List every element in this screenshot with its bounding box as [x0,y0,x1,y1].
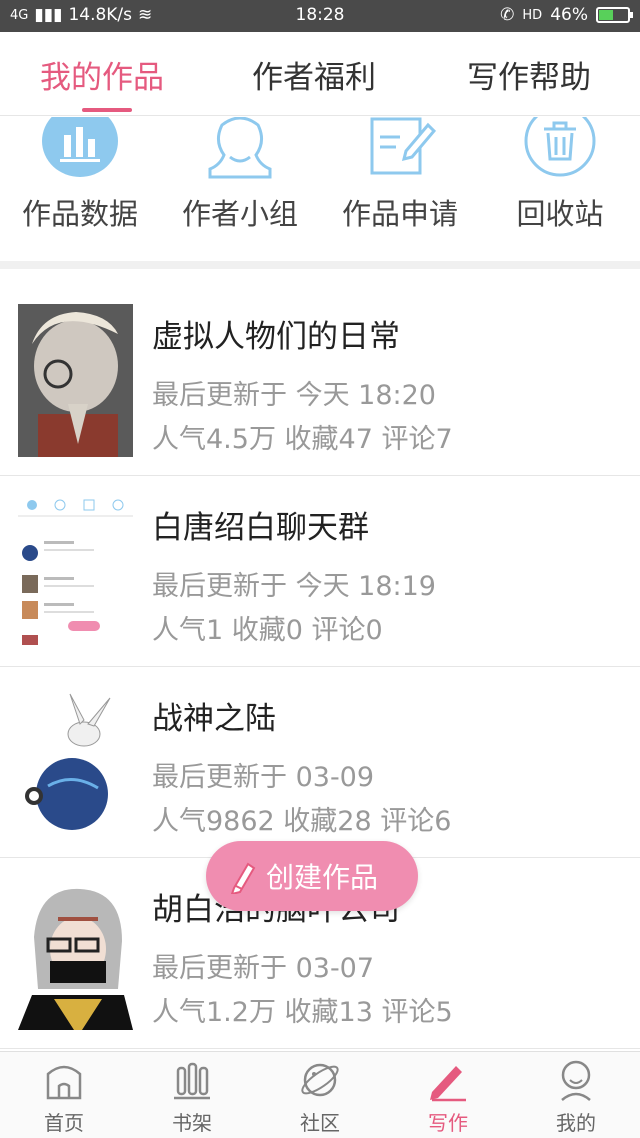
tab-my-works[interactable]: 我的作品 [40,52,164,97]
battery-percent: 46% [550,5,588,25]
quick-action-works-data[interactable]: 作品数据 [0,117,160,233]
work-cover [18,877,133,1030]
top-tabs: 我的作品 作者福利 写作帮助 [0,32,640,116]
work-item[interactable]: 战神之陆 最后更新于 03-09 人气9862 收藏28 评论6 [0,667,640,858]
group-icon [208,117,272,179]
status-right: ✆ HD 46% [500,5,633,25]
nav-bookshelf[interactable]: 书架 [128,1058,256,1136]
work-cover [18,304,133,457]
create-work-button[interactable]: 创建作品 [206,841,418,911]
work-stats: 人气9862 收藏28 评论6 [152,806,452,837]
work-title: 战神之陆 [152,701,276,737]
nav-community[interactable]: 社区 [256,1058,384,1136]
work-updated: 最后更新于 今天 18:19 [152,571,436,602]
work-cover [18,686,133,839]
quick-action-label: 作者小组 [181,197,298,231]
bookshelf-icon [174,1062,210,1100]
quick-action-author-group[interactable]: 作者小组 [160,117,320,233]
edit-form-icon [370,117,437,175]
nav-home[interactable]: 首页 [0,1058,128,1136]
planet-icon [301,1063,339,1097]
nav-mine[interactable]: 我的 [512,1058,640,1136]
hd-badge: HD [522,7,543,23]
tab-author-benefits[interactable]: 作者福利 [252,52,376,97]
quick-action-works-apply[interactable]: 作品申请 [320,117,480,233]
pen-icon [430,1066,466,1102]
nav-label: 社区 [300,1111,340,1135]
nav-label: 首页 [44,1111,84,1135]
section-divider [0,261,640,269]
work-stats: 人气4.5万 收藏47 评论7 [152,424,453,455]
tab-writing-help[interactable]: 写作帮助 [467,52,591,97]
call-icon: ✆ [500,5,515,25]
quick-action-recycle-bin[interactable]: 回收站 [480,117,640,233]
work-updated: 最后更新于 03-09 [152,762,375,793]
create-work-label: 创建作品 [266,861,379,894]
pencil-icon [230,862,256,894]
status-bar: 4G ▮▮▮ 14.8K/s ≋ 18:28 ✆ HD 46% [0,0,640,32]
work-updated: 最后更新于 今天 18:20 [152,380,436,411]
quick-action-label: 作品数据 [21,197,138,231]
nav-write[interactable]: 写作 [384,1058,512,1136]
work-title: 白唐绍白聊天群 [152,510,369,546]
work-cover [18,495,133,648]
battery-icon [596,7,633,23]
bar-chart-icon [42,117,118,177]
quick-action-label: 作品申请 [341,197,458,231]
work-item[interactable]: 虚拟人物们的日常 最后更新于 今天 18:20 人气4.5万 收藏47 评论7 [0,285,640,476]
active-tab-indicator [82,108,132,112]
nav-label: 我的 [556,1111,596,1135]
quick-action-label: 回收站 [516,197,604,231]
work-stats: 人气1 收藏0 评论0 [152,615,383,646]
trash-icon [524,117,596,177]
work-title: 虚拟人物们的日常 [152,319,400,355]
home-icon [46,1065,82,1100]
quick-actions: 作品数据 作者小组 作品申请 回收站 [0,117,640,261]
profile-icon [561,1060,591,1101]
bottom-nav: 首页 书架 社区 写作 我的 [0,1051,640,1138]
nav-label: 写作 [428,1111,468,1135]
work-stats: 人气1.2万 收藏13 评论5 [152,997,453,1028]
work-updated: 最后更新于 03-07 [152,953,375,984]
work-item[interactable]: 白唐绍白聊天群 最后更新于 今天 18:19 人气1 收藏0 评论0 [0,476,640,667]
nav-label: 书架 [172,1111,212,1135]
